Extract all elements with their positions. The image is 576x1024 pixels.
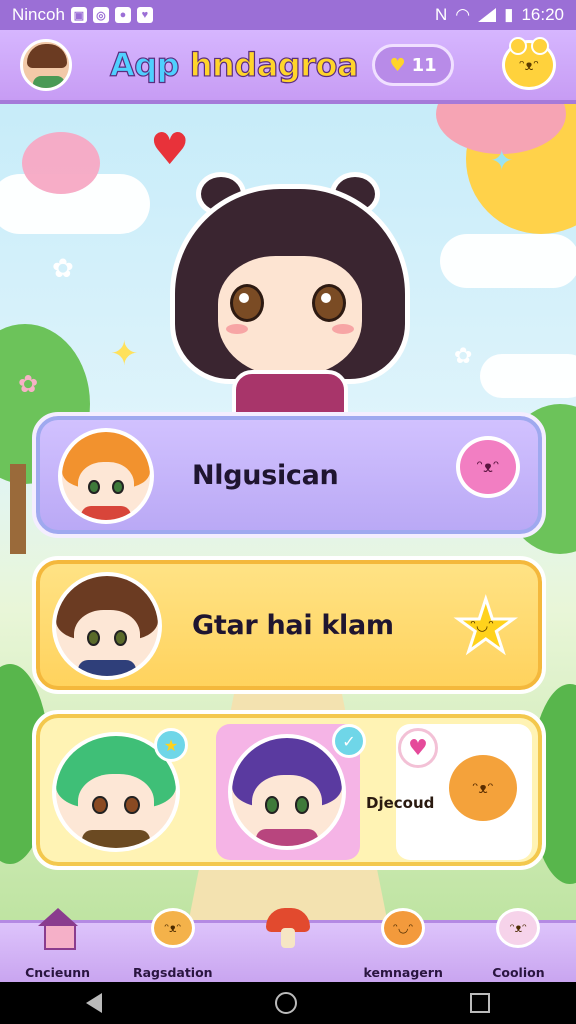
heart-icon: ♥ <box>136 7 153 23</box>
home-icon[interactable] <box>274 992 297 1014</box>
discord-panel[interactable]: ♥ ᵔᴥᵔ <box>396 724 532 860</box>
heart-badge-icon: ♥ <box>398 728 438 768</box>
wifi-icon: ◠ <box>455 5 471 24</box>
battery-icon: ▮ <box>504 5 514 24</box>
nfc-icon: N <box>434 5 448 24</box>
card-1-label: Nlgusican <box>192 460 339 491</box>
pink-bear-balloon-icon <box>22 132 100 194</box>
menu-card-2[interactable]: Gtar hai klam ★ ᵔ◡ᵔ <box>32 556 546 694</box>
nav-item-home[interactable]: Cncieunn <box>0 908 115 982</box>
back-icon[interactable] <box>86 993 103 1013</box>
settings-icon: ◎ <box>92 7 109 23</box>
hero-blush <box>226 324 248 334</box>
app-title: Aqp hndagroa <box>109 45 359 84</box>
bear-mascot-icon[interactable]: ᵔᴥᵔ <box>502 37 556 90</box>
star-badge-icon: ★ <box>154 728 188 762</box>
hero-eye <box>312 284 346 322</box>
bunny-icon: ᵔᴥᵔ <box>495 905 541 951</box>
person-icon: ● <box>114 7 131 23</box>
nav-item-4[interactable]: ᵔ◡ᵔ kemnagern <box>346 908 461 982</box>
bottom-nav: Cncieunn ᵔᴥᵔ Ragsdation ᵔ◡ᵔ kemnagern ᵔᴥ… <box>0 908 576 982</box>
system-nav-bar <box>0 982 576 1024</box>
nav-item-5[interactable]: ᵔᴥᵔ Coolion <box>461 908 576 982</box>
orange-blob-icon: ᵔ◡ᵔ <box>380 905 426 951</box>
house-icon <box>35 905 81 951</box>
card-3-label: Djecoud <box>366 794 435 812</box>
nav-label: Coolion <box>492 965 545 980</box>
heart-icon: ♥ <box>389 54 406 76</box>
recents-icon[interactable] <box>469 993 490 1013</box>
currency-count: 11 <box>411 54 437 76</box>
dog-icon: ᵔᴥᵔ <box>150 905 196 951</box>
check-badge-icon: ✓ <box>332 724 366 758</box>
card-2-label: Gtar hai klam <box>192 610 394 641</box>
heart-balloon-icon: ♥ <box>150 124 190 175</box>
sparkle-icon: ✦ <box>110 334 139 374</box>
nav-label: Cncieunn <box>25 965 91 980</box>
signal-icon <box>478 8 497 22</box>
nav-item-3[interactable] <box>230 908 345 982</box>
flower-icon: ✿ <box>18 370 39 398</box>
orange-hair-character-icon <box>58 428 154 524</box>
tree-trunk <box>10 464 26 554</box>
mushroom-icon <box>265 905 311 951</box>
app-header: Aqp hndagroa ♥ 11 ᵔᴥᵔ <box>0 30 576 104</box>
hero-eye <box>230 284 264 322</box>
profile-avatar[interactable] <box>20 39 72 91</box>
nav-item-2[interactable]: ᵔᴥᵔ Ragsdation <box>115 908 230 982</box>
status-bar: Nincoh ▣ ◎ ● ♥ N ◠ ▮ 16:20 <box>0 0 576 30</box>
purple-hair-character-icon <box>228 734 346 850</box>
app-title-part1: Aqp <box>109 45 180 84</box>
menu-card-1[interactable]: Nlgusican ᵔᴥᵔ <box>32 412 546 538</box>
hero-blush <box>332 324 354 334</box>
nav-label: kemnagern <box>363 965 443 980</box>
cloud <box>440 234 576 288</box>
pink-bear-mascot-icon: ᵔᴥᵔ <box>456 436 520 498</box>
app-title-part2: hndagroa <box>179 45 359 84</box>
hero-character: ♥ <box>150 124 420 420</box>
cloud <box>480 354 576 398</box>
flower-icon: ✿ <box>52 254 74 284</box>
star-face: ᵔ◡ᵔ <box>470 618 494 634</box>
clock: 16:20 <box>521 5 564 24</box>
menu-card-3[interactable]: ★ ✓ ♥ ᵔᴥᵔ Djecoud <box>32 710 546 870</box>
sparkle-icon: ✦ <box>490 144 514 177</box>
nav-label: Ragsdation <box>133 965 213 980</box>
currency-pill[interactable]: ♥ 11 <box>372 44 455 86</box>
flower-icon: ✿ <box>454 344 473 369</box>
sim-icon: ▣ <box>70 7 87 23</box>
carrier-label: Nincoh <box>12 5 65 24</box>
brown-hair-character-icon <box>52 572 162 680</box>
orange-bear-mascot-icon: ᵔᴥᵔ <box>446 752 520 824</box>
